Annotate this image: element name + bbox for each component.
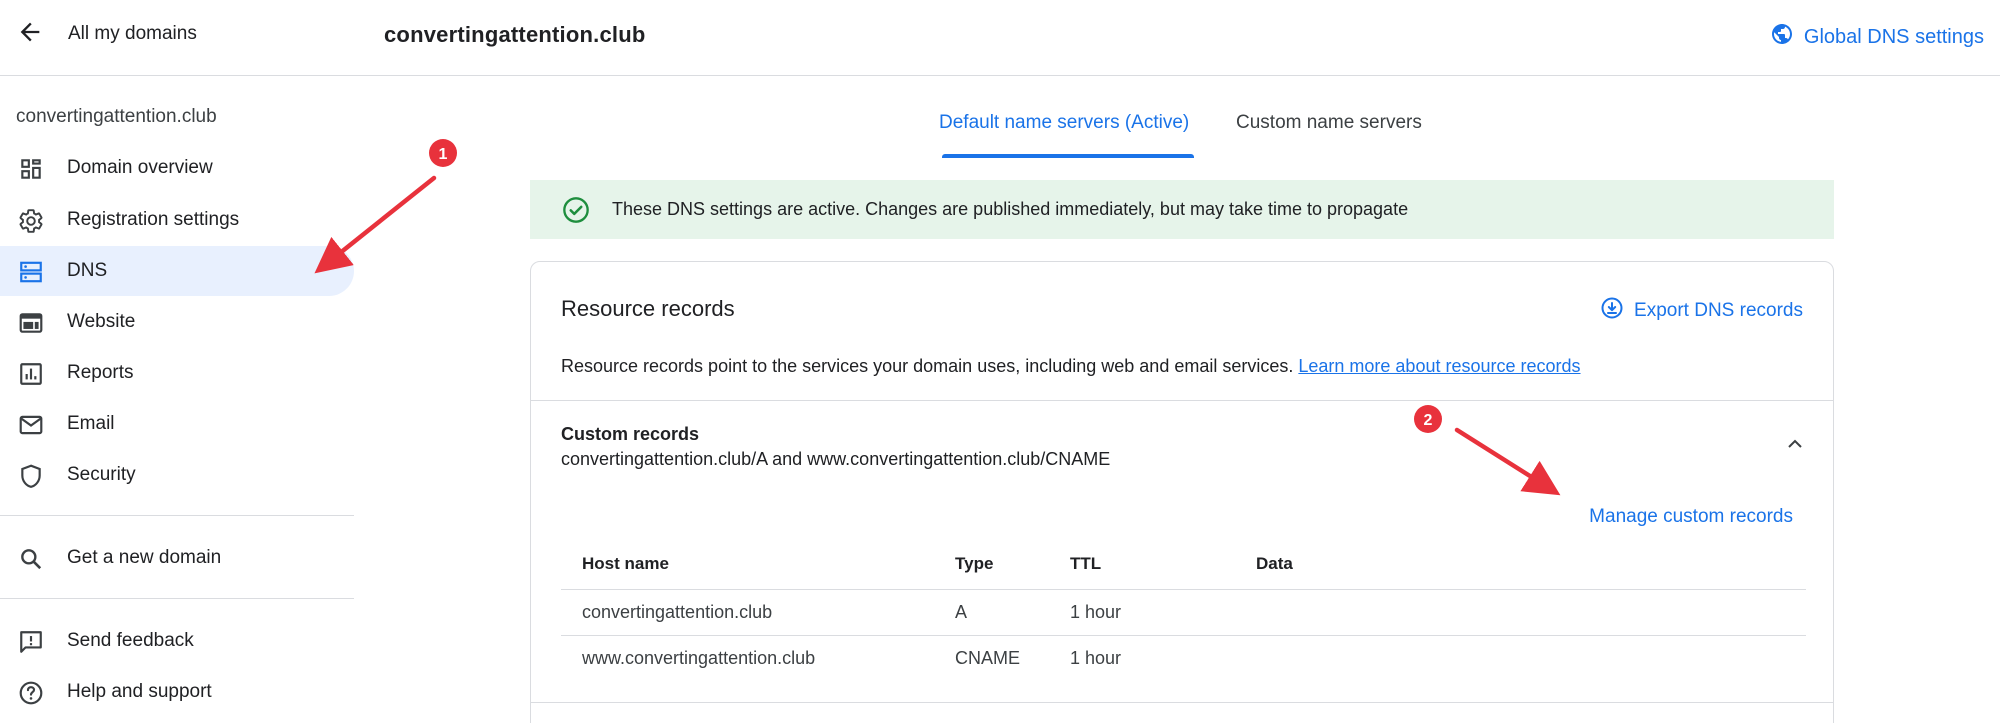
global-dns-settings-link[interactable]: Global DNS settings xyxy=(1770,22,1984,52)
manage-custom-records-button[interactable]: Manage custom records xyxy=(1589,506,1793,528)
sidebar-item-label: Security xyxy=(67,464,136,485)
resource-records-title: Resource records xyxy=(561,296,735,321)
sidebar-item-reports[interactable]: Reports xyxy=(0,348,354,398)
sidebar-item-get-new-domain[interactable]: Get a new domain xyxy=(0,533,354,583)
sidebar-divider xyxy=(0,598,354,599)
sidebar: convertingattention.club Domain overview… xyxy=(0,76,354,723)
download-circle-icon xyxy=(1600,296,1624,326)
tab-custom-name-servers[interactable]: Custom name servers xyxy=(1236,112,1422,134)
cell-type: CNAME xyxy=(955,648,1021,668)
sidebar-item-label: Get a new domain xyxy=(67,547,222,568)
sidebar-item-website[interactable]: Website xyxy=(0,297,354,347)
web-icon xyxy=(18,310,44,336)
bar-chart-icon xyxy=(18,361,44,387)
chevron-up-icon[interactable] xyxy=(1783,432,1807,456)
sidebar-item-label: Registration settings xyxy=(67,209,240,230)
export-dns-records-label: Export DNS records xyxy=(1634,300,1803,321)
table-row-divider xyxy=(561,635,1806,636)
resource-records-description: Resource records point to the services y… xyxy=(561,356,1581,377)
custom-records-title: Custom records xyxy=(561,424,700,444)
sidebar-item-label: Send feedback xyxy=(67,630,194,651)
feedback-icon xyxy=(18,629,44,655)
cell-host-name: convertingattention.club xyxy=(582,602,773,622)
column-header-type: Type xyxy=(955,554,994,573)
globe-icon xyxy=(1770,22,1794,52)
sidebar-item-label: Website xyxy=(67,311,136,332)
active-tab-indicator xyxy=(942,154,1194,158)
dns-active-banner: These DNS settings are active. Changes a… xyxy=(530,180,1834,239)
page-title: convertingattention.club xyxy=(384,22,646,47)
card-bottom-divider xyxy=(531,702,1833,703)
back-to-domains-link[interactable]: All my domains xyxy=(16,18,197,50)
tab-default-name-servers[interactable]: Default name servers (Active) xyxy=(939,112,1189,134)
table-header-divider xyxy=(561,589,1806,590)
sidebar-item-label: Reports xyxy=(67,362,134,383)
sidebar-item-label: Email xyxy=(67,413,115,434)
export-dns-records-button[interactable]: Export DNS records xyxy=(1600,296,1803,326)
cell-host-name: www.convertingattention.club xyxy=(582,648,816,668)
sidebar-item-domain-overview[interactable]: Domain overview xyxy=(0,143,354,193)
sidebar-item-email[interactable]: Email xyxy=(0,399,354,449)
dns-icon xyxy=(18,259,44,285)
learn-more-link[interactable]: Learn more about resource records xyxy=(1298,356,1580,376)
sidebar-item-security[interactable]: Security xyxy=(0,450,354,500)
cell-type: A xyxy=(955,602,968,622)
sidebar-divider xyxy=(0,515,354,516)
check-circle-icon xyxy=(562,196,590,224)
sidebar-item-dns[interactable]: DNS xyxy=(0,246,354,296)
top-bar: All my domains convertingattention.club … xyxy=(0,0,2000,76)
dashboard-icon xyxy=(18,156,44,182)
column-header-ttl: TTL xyxy=(1070,554,1102,573)
sidebar-item-label: Domain overview xyxy=(67,157,213,178)
sidebar-item-registration-settings[interactable]: Registration settings xyxy=(0,195,354,245)
help-icon xyxy=(18,680,44,706)
mail-icon xyxy=(18,412,44,438)
cell-ttl: 1 hour xyxy=(1070,602,1122,622)
sidebar-item-help-support[interactable]: Help and support xyxy=(0,667,354,717)
banner-text: These DNS settings are active. Changes a… xyxy=(612,199,1409,219)
column-header-host-name: Host name xyxy=(582,554,669,573)
annotation-badge-1 xyxy=(429,139,457,167)
custom-records-summary: convertingattention.club/A and www.conve… xyxy=(561,449,1111,469)
global-dns-label: Global DNS settings xyxy=(1803,25,1984,48)
sidebar-item-send-feedback[interactable]: Send feedback xyxy=(0,616,354,666)
sidebar-item-label: DNS xyxy=(67,260,108,281)
back-label: All my domains xyxy=(68,23,197,44)
gear-icon xyxy=(18,208,44,234)
arrow-back-icon xyxy=(16,18,44,51)
sidebar-domain-name: convertingattention.club xyxy=(16,106,217,127)
description-text: Resource records point to the services y… xyxy=(561,356,1294,376)
resource-records-card: Resource records Export DNS records Reso… xyxy=(530,261,1834,723)
cell-ttl: 1 hour xyxy=(1070,648,1122,668)
card-divider xyxy=(531,400,1833,401)
column-header-data: Data xyxy=(1256,554,1293,573)
search-icon xyxy=(18,546,44,572)
annotation-number-1: 1 xyxy=(439,146,448,163)
sidebar-item-label: Help and support xyxy=(67,681,212,702)
shield-icon xyxy=(18,463,44,489)
